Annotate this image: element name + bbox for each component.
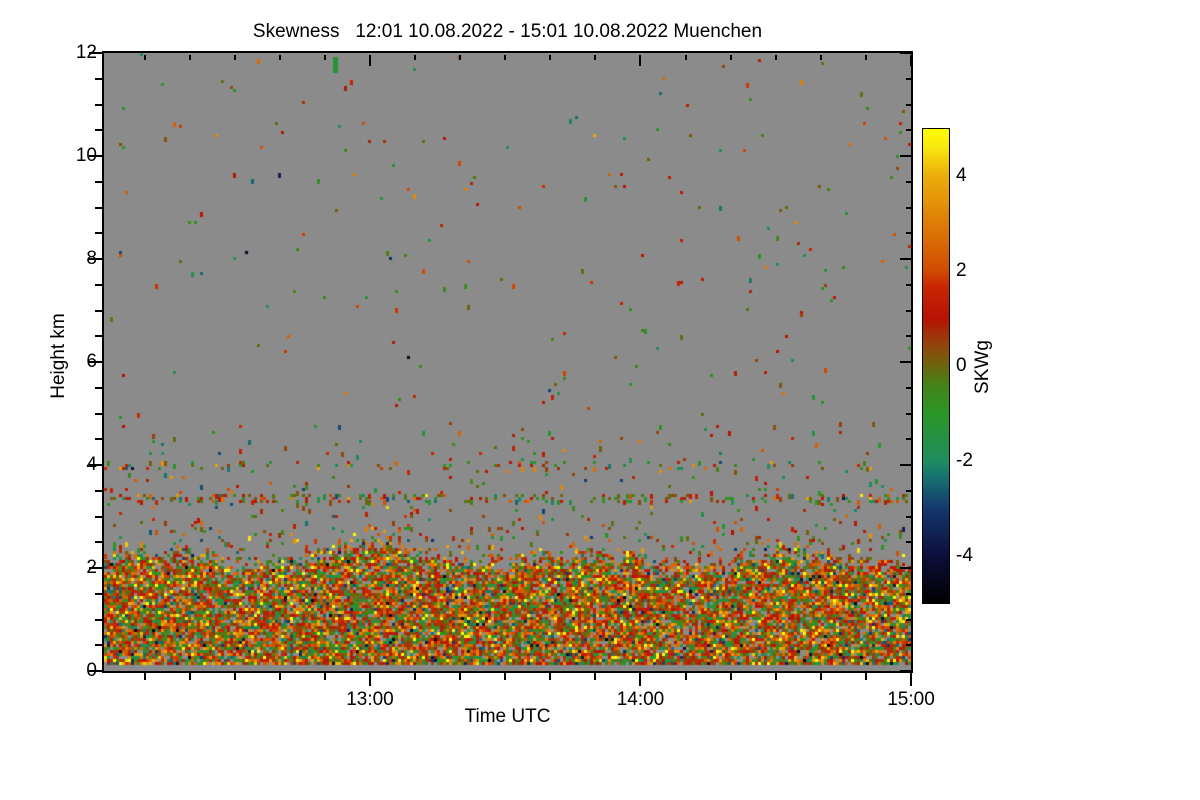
y-tick-right xyxy=(906,592,911,595)
y-tick-right xyxy=(906,77,911,80)
x-tick-top xyxy=(414,55,417,60)
y-tick xyxy=(95,412,102,415)
x-tick xyxy=(910,673,912,686)
x-tick xyxy=(729,673,732,680)
x-tick xyxy=(774,673,777,680)
colorbar xyxy=(922,128,950,604)
y-tick-right xyxy=(900,567,911,569)
x-tick xyxy=(233,673,236,680)
y-tick-right xyxy=(906,541,911,544)
y-tick-right xyxy=(906,489,911,492)
x-tick xyxy=(864,673,867,680)
x-tick-top xyxy=(549,55,552,60)
y-tick xyxy=(95,232,102,235)
x-tick-top xyxy=(188,55,191,60)
x-tick-top xyxy=(323,55,326,60)
y-tick xyxy=(95,438,102,441)
y-tick xyxy=(95,180,102,183)
y-tick-right xyxy=(906,232,911,235)
colorbar-tick-label: -4 xyxy=(956,545,973,567)
colorbar-tick-label: 4 xyxy=(956,164,967,186)
y-tick-right xyxy=(906,644,911,647)
y-tick-label: 6 xyxy=(86,351,97,372)
y-tick-label: 12 xyxy=(75,42,97,63)
chart-title: Skewness 12:01 10.08.2022 - 15:01 10.08.… xyxy=(252,21,763,42)
x-tick-top xyxy=(504,55,507,60)
y-tick-right xyxy=(900,464,911,466)
y-tick xyxy=(95,309,102,312)
x-tick xyxy=(684,673,687,680)
y-tick xyxy=(95,283,102,286)
x-tick xyxy=(594,673,597,680)
y-tick xyxy=(95,515,102,518)
x-tick xyxy=(323,673,326,680)
y-tick-label: 0 xyxy=(86,660,97,681)
x-tick-top xyxy=(459,55,462,60)
heatmap-plot-area xyxy=(104,53,911,671)
x-tick xyxy=(459,673,462,680)
x-tick xyxy=(639,673,642,686)
y-tick-label: 8 xyxy=(86,248,97,269)
y-tick-right xyxy=(906,412,911,415)
y-tick-right xyxy=(906,180,911,183)
x-tick xyxy=(188,673,191,680)
x-tick xyxy=(278,673,281,680)
x-tick-top xyxy=(864,55,867,60)
y-tick xyxy=(95,618,102,621)
colorbar-tick-label: -2 xyxy=(956,450,973,472)
x-tick xyxy=(549,673,552,680)
y-tick-right xyxy=(906,386,911,389)
y-tick-right xyxy=(900,258,911,260)
colorbar-label: SKWg xyxy=(972,340,993,394)
y-tick-right xyxy=(906,618,911,621)
x-tick-top xyxy=(233,55,236,60)
y-tick xyxy=(95,129,102,132)
y-tick xyxy=(95,206,102,209)
y-tick-right xyxy=(900,52,911,54)
x-tick-top xyxy=(143,55,146,60)
y-tick xyxy=(95,335,102,338)
x-tick-top xyxy=(368,55,371,66)
y-tick-right xyxy=(900,670,911,672)
y-tick-right xyxy=(906,206,911,209)
y-tick-label: 4 xyxy=(86,454,97,475)
x-tick-top xyxy=(774,55,777,60)
y-tick xyxy=(95,644,102,647)
x-tick-top xyxy=(594,55,597,60)
y-tick xyxy=(95,386,102,389)
x-tick xyxy=(414,673,417,680)
y-tick-right xyxy=(906,438,911,441)
y-tick-label: 2 xyxy=(86,557,97,578)
x-tick-top xyxy=(819,55,822,60)
y-tick-right xyxy=(906,103,911,106)
x-tick xyxy=(504,673,507,680)
x-tick-top xyxy=(729,55,732,60)
y-tick-right xyxy=(900,361,911,363)
colorbar-tick-label: 2 xyxy=(956,259,967,281)
y-tick-right xyxy=(900,155,911,157)
y-tick xyxy=(95,592,102,595)
y-tick xyxy=(95,489,102,492)
x-tick-top xyxy=(639,55,642,66)
x-tick-top xyxy=(684,55,687,60)
x-axis-label: Time UTC xyxy=(464,706,551,727)
y-tick-right xyxy=(906,309,911,312)
y-tick xyxy=(95,77,102,80)
y-tick xyxy=(95,103,102,106)
y-tick-right xyxy=(906,335,911,338)
x-tick xyxy=(143,673,146,680)
skewness-chart-page: Skewness 12:01 10.08.2022 - 15:01 10.08.… xyxy=(0,0,1200,800)
y-tick-right xyxy=(906,283,911,286)
x-tick xyxy=(819,673,822,680)
x-tick-top xyxy=(910,55,912,66)
x-tick-top xyxy=(278,55,281,60)
x-tick xyxy=(368,673,371,686)
y-tick-label: 10 xyxy=(75,145,97,166)
y-tick xyxy=(95,541,102,544)
y-tick-right xyxy=(906,129,911,132)
y-tick-right xyxy=(906,515,911,518)
